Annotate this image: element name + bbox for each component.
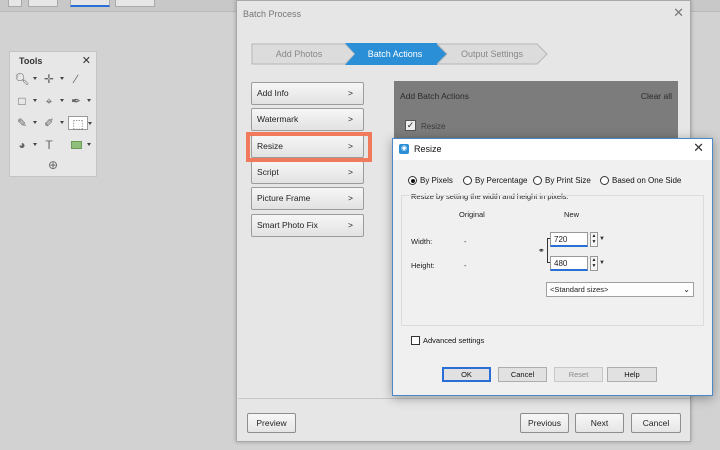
dialog-title: Resize: [414, 144, 442, 154]
chevron-right-icon: >: [348, 193, 353, 203]
dialog-body: By Pixels By Percentage By Print Size Ba…: [393, 160, 712, 395]
action-watermark-button[interactable]: Watermark >: [251, 108, 364, 131]
brush-icon[interactable]: ✒: [68, 94, 91, 108]
radio-dot: [463, 176, 472, 185]
type-icon[interactable]: T: [41, 138, 57, 152]
original-width: -: [464, 237, 467, 246]
next-button[interactable]: Next: [575, 413, 624, 433]
action-smart-photo-fix-button[interactable]: Smart Photo Fix >: [251, 214, 364, 237]
eyedropper-icon[interactable]: ∕: [68, 72, 84, 86]
quick-selection-icon[interactable]: ◕: [14, 138, 37, 152]
new-height-input[interactable]: 480: [550, 256, 588, 271]
standard-sizes-select[interactable]: <Standard sizes> ⌄: [546, 282, 694, 297]
panel-header: Add Batch Actions: [400, 91, 469, 101]
add-tool-icon[interactable]: ⊕: [45, 158, 61, 172]
step-output-settings[interactable]: Output Settings: [437, 43, 548, 65]
height-spinner[interactable]: ▲ ▼: [590, 256, 598, 271]
pencil-icon[interactable]: ✎: [14, 116, 37, 130]
new-width-input[interactable]: 720: [550, 232, 588, 247]
width-spinner[interactable]: ▲ ▼: [590, 232, 598, 247]
radio-by-print-size[interactable]: By Print Size: [533, 176, 591, 185]
close-icon[interactable]: ✕: [673, 5, 684, 21]
help-button[interactable]: Help: [607, 367, 657, 382]
radio-dot: [600, 176, 609, 185]
ok-button[interactable]: OK: [442, 367, 491, 382]
resize-dialog: ◉ Resize ✕ By Pixels By Percentage By Pr…: [392, 138, 713, 396]
reset-button[interactable]: Reset: [554, 367, 603, 382]
top-toolbar-button[interactable]: [8, 0, 22, 7]
chevron-down-icon: ⌄: [683, 285, 690, 294]
step-progress: Add Photos Batch Actions Output Settings: [251, 43, 551, 65]
chevron-right-icon: >: [348, 220, 353, 230]
top-toolbar-button[interactable]: [28, 0, 58, 7]
app-icon: ◉: [399, 144, 409, 154]
height-dropdown-icon[interactable]: ▼: [598, 256, 606, 271]
shape-icon[interactable]: [68, 138, 91, 152]
step-add-photos[interactable]: Add Photos: [251, 43, 356, 65]
checkbox-box: [411, 336, 420, 345]
transform-icon[interactable]: ⌖: [41, 94, 64, 108]
window-title: Batch Process: [243, 9, 302, 19]
divider: [238, 398, 690, 399]
step-batch-actions[interactable]: Batch Actions: [345, 43, 448, 65]
action-script-button[interactable]: Script >: [251, 161, 364, 184]
radio-based-on-one-side[interactable]: Based on One Side: [600, 176, 681, 185]
chevron-right-icon: >: [348, 88, 353, 98]
clear-all-link[interactable]: Clear all: [641, 91, 672, 101]
radio-dot: [533, 176, 542, 185]
smudge-icon[interactable]: ✐: [41, 116, 64, 130]
radio-by-percentage[interactable]: By Percentage: [463, 176, 527, 185]
close-icon[interactable]: ✕: [82, 54, 91, 67]
action-picture-frame-button[interactable]: Picture Frame >: [251, 187, 364, 210]
new-header: New: [564, 210, 580, 219]
advanced-settings-checkbox[interactable]: Advanced settings: [411, 336, 484, 345]
tools-panel: Tools ✕ 🔍︎ ✛ ∕ □ ⌖ ✒ ✎ ✐ ⬚ ◕ T ⊕: [9, 51, 97, 177]
radio-dot: [408, 176, 417, 185]
tools-panel-title: Tools: [19, 56, 43, 66]
previous-button[interactable]: Previous: [520, 413, 569, 433]
chevron-right-icon: >: [348, 114, 353, 124]
link-aspect-icon[interactable]: ⚭︎: [538, 246, 545, 255]
selection-brush-icon[interactable]: ⬚: [68, 116, 92, 131]
dialog-cancel-button[interactable]: Cancel: [498, 367, 547, 382]
resize-checkbox[interactable]: ✓: [405, 120, 416, 131]
radio-by-pixels[interactable]: By Pixels: [408, 176, 453, 185]
cancel-button[interactable]: Cancel: [631, 413, 681, 433]
width-label: Width:: [411, 237, 433, 246]
original-height: -: [464, 261, 467, 270]
top-toolbar-tab[interactable]: [115, 0, 155, 7]
resize-action-label: Resize: [421, 122, 446, 131]
top-toolbar-tab[interactable]: [70, 0, 110, 7]
resize-highlight-box: [246, 132, 372, 162]
size-group: Original New Width: - Height: - ⚭︎ 720 ▲…: [401, 195, 704, 326]
width-dropdown-icon[interactable]: ▼: [598, 232, 606, 247]
zoom-icon[interactable]: 🔍︎: [14, 72, 37, 86]
chevron-right-icon: >: [348, 167, 353, 177]
action-add-info-button[interactable]: Add Info >: [251, 82, 364, 105]
marquee-icon[interactable]: □: [14, 94, 37, 108]
move-icon[interactable]: ✛: [41, 72, 64, 86]
height-label: Height:: [411, 261, 435, 270]
close-icon[interactable]: ✕: [693, 140, 704, 156]
original-header: Original: [459, 210, 485, 219]
preview-button[interactable]: Preview: [247, 413, 296, 433]
